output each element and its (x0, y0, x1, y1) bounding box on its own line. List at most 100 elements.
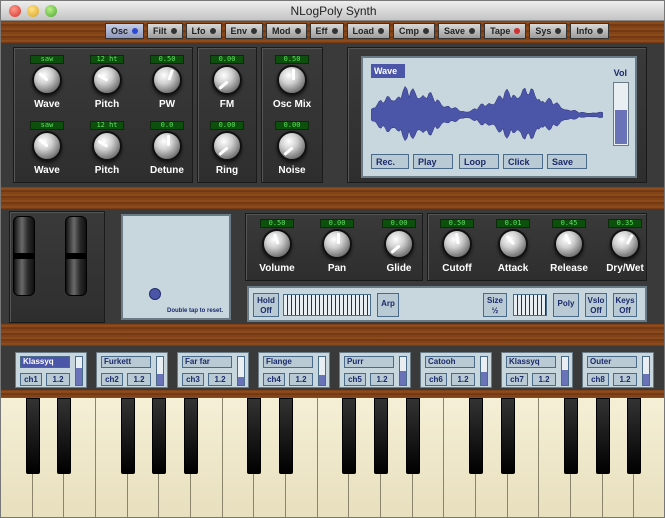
channel-level-fill (400, 371, 406, 385)
rotary-knob[interactable] (32, 131, 62, 161)
channel-value-button[interactable]: 1.2 (451, 373, 475, 386)
black-key[interactable] (595, 398, 610, 474)
knob-osc-mix: 0.50 Osc Mix (264, 55, 320, 117)
channel-preset-name[interactable]: Klassyq (506, 356, 556, 368)
knob-value-display: 0.00 (382, 219, 416, 228)
black-key[interactable] (405, 398, 420, 474)
wave-play-button[interactable]: Play (413, 154, 453, 169)
channel-value-button[interactable]: 1.2 (370, 373, 394, 386)
led-indicator-icon (378, 28, 385, 34)
channel-number-button[interactable]: ch3 (182, 373, 204, 386)
toolbar-button-eff[interactable]: Eff (309, 23, 344, 39)
channel-level-meter (642, 356, 650, 386)
rotary-knob[interactable] (277, 65, 307, 95)
led-indicator-icon (596, 28, 603, 34)
toolbar-button-mod[interactable]: Mod (266, 23, 307, 39)
rotary-knob[interactable] (384, 229, 414, 259)
channel-value-button[interactable]: 1.2 (127, 373, 151, 386)
wave-rec-button[interactable]: Rec. (371, 154, 409, 169)
channel-number-button[interactable]: ch7 (506, 373, 528, 386)
toolbar-button-osc[interactable]: Osc (105, 23, 145, 39)
black-key[interactable] (152, 398, 167, 474)
rotary-knob[interactable] (92, 65, 122, 95)
toolbar-button-info[interactable]: Info (570, 23, 609, 39)
vslo-button[interactable]: Vslo Off (585, 293, 607, 317)
black-key[interactable] (247, 398, 262, 474)
channel-number-button[interactable]: ch4 (263, 373, 285, 386)
rotary-knob[interactable] (212, 65, 242, 95)
channel-preset-name[interactable]: Far far (182, 356, 232, 368)
toolbar-button-env[interactable]: Env (224, 23, 264, 39)
pitch-wheel[interactable] (13, 216, 35, 296)
channel-value-button[interactable]: 1.2 (289, 373, 313, 386)
channel-number-button[interactable]: ch6 (425, 373, 447, 386)
channel-preset-name[interactable]: Klassyq (20, 356, 70, 368)
rotary-knob[interactable] (262, 229, 292, 259)
channel-value-button[interactable]: 1.2 (613, 373, 637, 386)
channel-value-button[interactable]: 1.2 (532, 373, 556, 386)
keys-button[interactable]: Keys Off (613, 293, 637, 317)
black-key[interactable] (564, 398, 578, 474)
keyboard-range-selector[interactable] (283, 294, 371, 316)
rotary-knob[interactable] (554, 229, 584, 259)
black-key[interactable] (25, 398, 40, 474)
arp-button[interactable]: Arp (377, 293, 399, 317)
rotary-knob[interactable] (277, 131, 307, 161)
wave-loop-button[interactable]: Loop (459, 154, 499, 169)
knob-label: Wave (34, 165, 60, 176)
channel-number-button[interactable]: ch2 (101, 373, 123, 386)
channel-preset-name[interactable]: Outer (587, 356, 637, 368)
rotary-knob[interactable] (212, 131, 242, 161)
channel-preset-name[interactable]: Flange (263, 356, 313, 368)
wave-click-button[interactable]: Click (503, 154, 543, 169)
rotary-knob[interactable] (442, 229, 472, 259)
rotary-knob[interactable] (32, 65, 62, 95)
wave-save-button[interactable]: Save (547, 154, 587, 169)
black-key[interactable] (120, 398, 135, 474)
rotary-knob[interactable] (610, 229, 640, 259)
rotary-knob[interactable] (152, 131, 182, 161)
led-indicator-icon (469, 28, 476, 34)
toolbar-button-cmp[interactable]: Cmp (393, 23, 436, 39)
black-key[interactable] (57, 398, 72, 474)
toolbar-button-sys[interactable]: Sys (529, 23, 568, 39)
channel-preset-name[interactable]: Purr (344, 356, 394, 368)
black-key[interactable] (469, 398, 483, 474)
xy-pad-cursor[interactable] (149, 288, 161, 300)
toolbar-button-tape[interactable]: Tape (484, 23, 527, 39)
black-key[interactable] (627, 398, 642, 474)
wave-display[interactable]: Wave Vol Rec. Play Loop Click Save (361, 56, 637, 178)
knob-label: Attack (497, 263, 529, 274)
channel-value-button[interactable]: 1.2 (46, 373, 70, 386)
xy-pad[interactable]: Double tap to reset. (121, 214, 231, 320)
channel-number-button[interactable]: ch1 (20, 373, 42, 386)
toolbar-button-filt[interactable]: Filt (147, 23, 183, 39)
knob-indicator (505, 234, 516, 246)
rotary-knob[interactable] (92, 131, 122, 161)
rotary-knob[interactable] (322, 229, 352, 259)
volume-slider[interactable] (613, 82, 629, 146)
black-key[interactable] (500, 398, 515, 474)
mod-wheel[interactable] (65, 216, 87, 296)
rotary-knob[interactable] (498, 229, 528, 259)
knob-value-display: 0.50 (150, 55, 184, 64)
channel-value-button[interactable]: 1.2 (208, 373, 232, 386)
black-key[interactable] (342, 398, 357, 474)
poly-button[interactable]: Poly (553, 293, 579, 317)
black-key[interactable] (184, 398, 198, 474)
channel-preset-name[interactable]: Catooh (425, 356, 475, 368)
wood-panel-lower (1, 324, 664, 346)
toolbar-button-load[interactable]: Load (346, 23, 391, 39)
toolbar-button-save[interactable]: Save (438, 23, 482, 39)
led-indicator-icon (294, 28, 301, 34)
toolbar-button-lfo[interactable]: Lfo (185, 23, 222, 39)
piano-keyboard[interactable] (1, 398, 664, 517)
size-button[interactable]: Size ½ (483, 293, 507, 317)
channel-number-button[interactable]: ch5 (344, 373, 366, 386)
channel-number-button[interactable]: ch8 (587, 373, 609, 386)
black-key[interactable] (279, 398, 293, 474)
hold-button[interactable]: Hold Off (253, 293, 279, 317)
rotary-knob[interactable] (152, 65, 182, 95)
channel-preset-name[interactable]: Furkett (101, 356, 151, 368)
black-key[interactable] (374, 398, 388, 474)
